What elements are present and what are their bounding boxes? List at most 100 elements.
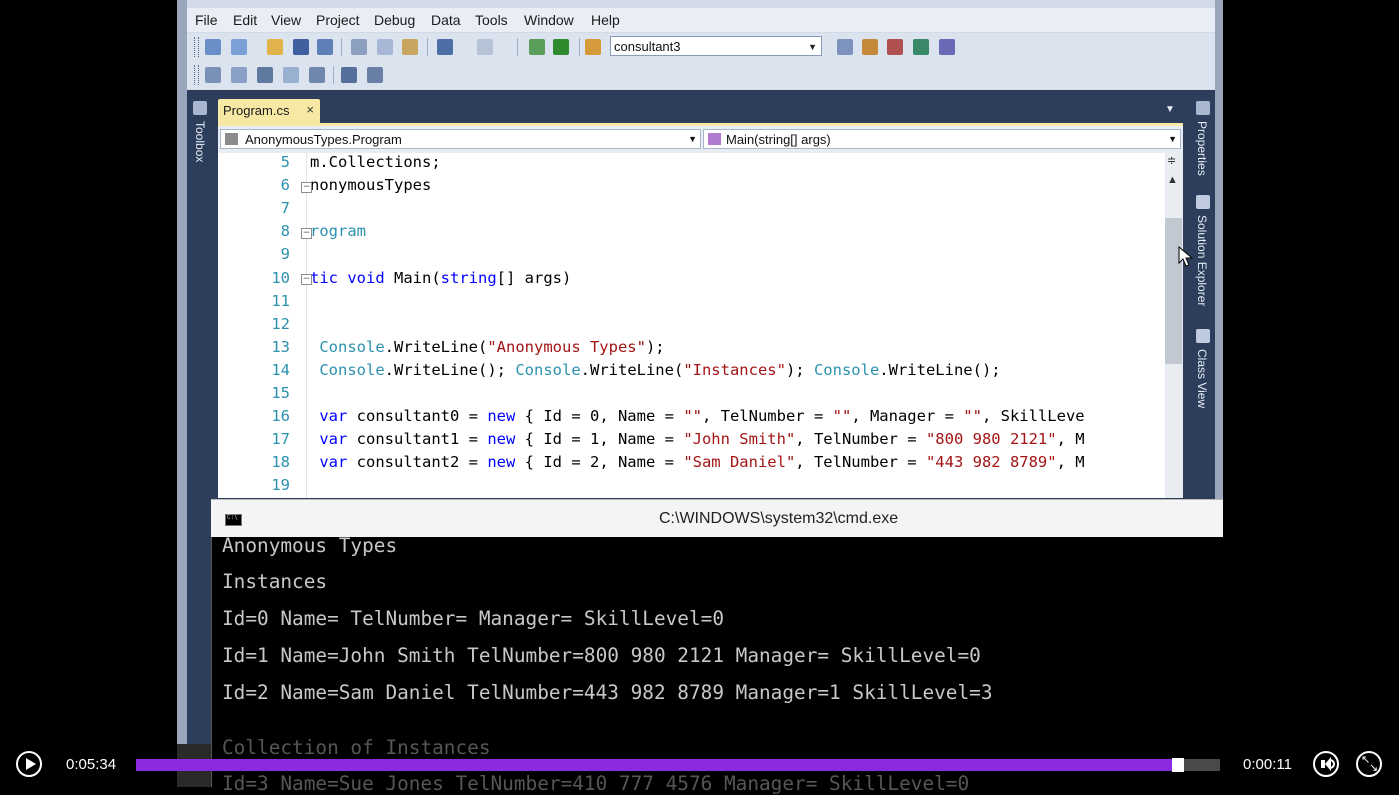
code-token: { Id = 1, Name = (515, 430, 684, 449)
class-view-window-icon[interactable] (1196, 329, 1210, 343)
toolbar-separator (333, 66, 334, 84)
solution-explorer-icon[interactable] (913, 39, 929, 55)
chevron-down-icon[interactable]: ▼ (1168, 130, 1177, 149)
play-button[interactable] (16, 751, 42, 777)
toolbar-grip-icon[interactable] (194, 37, 199, 57)
open-file-icon[interactable] (267, 39, 283, 55)
code-token: consultant1 = (347, 430, 488, 449)
properties-icon[interactable] (862, 39, 878, 55)
uncomment-icon[interactable] (367, 67, 383, 83)
tab-label: Program.cs (223, 103, 290, 118)
menu-debug[interactable]: Debug (374, 12, 415, 28)
volume-button[interactable] (1313, 751, 1339, 777)
menu-edit[interactable]: Edit (233, 12, 257, 28)
line-number: 17 (271, 430, 290, 449)
toolbar-separator (341, 38, 342, 56)
tab-dropdown-icon[interactable]: ▼ (1165, 104, 1175, 115)
member-list-icon[interactable] (231, 67, 247, 83)
code-token: ); (645, 337, 665, 356)
code-token: "" (963, 407, 982, 426)
code-token: Main( (384, 268, 441, 287)
code-token: .WriteLine(); (384, 360, 516, 379)
type-combo-value: AnonymousTypes.Program (245, 132, 402, 147)
toolbox-strip[interactable]: Toolbox (188, 97, 214, 517)
split-icon[interactable]: ≑ (1167, 154, 1176, 167)
fold-collapse-icon[interactable]: − (301, 228, 312, 239)
chevron-down-icon[interactable]: ▼ (688, 130, 697, 149)
solution-explorer-window-icon[interactable] (1196, 195, 1210, 209)
code-token: nonymousTypes (310, 176, 432, 195)
menu-project[interactable]: Project (316, 12, 360, 28)
menu-help[interactable]: Help (591, 12, 620, 28)
cmd-title-bar[interactable]: C:\WINDOWS\system32\cmd.exe (211, 499, 1223, 538)
paste-icon[interactable] (402, 39, 418, 55)
start-debugging-icon[interactable] (553, 39, 569, 55)
tab-program-cs[interactable]: Program.cs × (218, 99, 320, 123)
menu-data[interactable]: Data (431, 12, 461, 28)
fold-collapse-icon[interactable]: − (301, 274, 312, 285)
code-token: { Id = 2, Name = (515, 453, 684, 472)
tools-icon[interactable] (887, 39, 903, 55)
toolbar-grip-icon[interactable] (194, 65, 199, 85)
code-token: "443 982 8789" (925, 453, 1057, 472)
scrollbar-thumb[interactable] (1165, 218, 1182, 364)
undo-icon[interactable] (437, 39, 453, 55)
properties-window-icon[interactable] (1196, 101, 1210, 115)
redo-icon[interactable] (477, 39, 493, 55)
code-line: Console.WriteLine(); Console.WriteLine("… (310, 360, 1000, 379)
chevron-down-icon[interactable]: ▼ (808, 37, 817, 57)
volume-icon (1330, 759, 1335, 769)
new-project-icon[interactable] (205, 39, 221, 55)
code-line: rogram (310, 222, 366, 240)
code-token: m.Collections; (310, 153, 441, 171)
code-token: , SkillLeve (981, 407, 1085, 426)
copy-icon[interactable] (377, 39, 393, 55)
code-line: m.Collections; (310, 153, 441, 171)
cut-icon[interactable] (351, 39, 367, 55)
menu-window[interactable]: Window (524, 12, 574, 28)
find-icon[interactable] (837, 39, 853, 55)
toolbox-icon[interactable] (193, 101, 207, 115)
menu-tools[interactable]: Tools (475, 12, 508, 28)
fullscreen-button[interactable]: ↖ ↘ (1356, 751, 1382, 777)
type-combo[interactable]: AnonymousTypes.Program ▼ (220, 129, 701, 149)
menu-view[interactable]: View (271, 12, 301, 28)
solution-config-combo[interactable]: consultant3 ▼ (610, 36, 822, 56)
parameter-info-icon[interactable] (257, 67, 273, 83)
close-icon[interactable]: × (306, 102, 314, 117)
object-browser-icon[interactable] (205, 67, 221, 83)
outdent-icon[interactable] (309, 67, 325, 83)
solution-explorer-tab[interactable]: Solution Explorer (1195, 215, 1209, 306)
save-all-icon[interactable] (317, 39, 333, 55)
class-view-icon[interactable] (939, 39, 955, 55)
save-icon[interactable] (293, 39, 309, 55)
navigate-icon[interactable] (529, 39, 545, 55)
member-combo[interactable]: Main(string[] args) ▼ (703, 129, 1181, 149)
class-icon (225, 133, 238, 145)
console-line: Id=0 Name= TelNumber= Manager= SkillLeve… (222, 607, 724, 630)
console-line: Id=1 Name=John Smith TelNumber=800 980 2… (222, 644, 981, 667)
line-number: 18 (271, 453, 290, 472)
code-token: , Manager = (851, 407, 964, 426)
complete-word-icon[interactable] (283, 67, 299, 83)
line-number: 6 (280, 176, 290, 195)
code-token: , TelNumber = (795, 430, 926, 449)
solution-config-icon[interactable] (585, 39, 601, 55)
line-number: 13 (271, 337, 290, 356)
fold-collapse-icon[interactable]: − (301, 182, 312, 193)
code-token: , TelNumber = (795, 453, 926, 472)
code-token: var (319, 430, 348, 449)
member-combo-value: Main(string[] args) (726, 132, 831, 147)
properties-tab[interactable]: Properties (1195, 121, 1209, 176)
code-token: tic (310, 268, 348, 287)
class-view-tab[interactable]: Class View (1195, 349, 1209, 408)
scroll-up-icon[interactable]: ▲ (1167, 174, 1178, 186)
add-item-icon[interactable] (231, 39, 247, 55)
seek-thumb[interactable] (1171, 758, 1184, 772)
code-token: Console (319, 360, 385, 379)
menu-file[interactable]: File (195, 12, 218, 28)
toolbox-tab[interactable]: Toolbox (193, 121, 207, 162)
comment-icon[interactable] (341, 67, 357, 83)
code-line: tic void Main(string[] args) (310, 269, 571, 287)
